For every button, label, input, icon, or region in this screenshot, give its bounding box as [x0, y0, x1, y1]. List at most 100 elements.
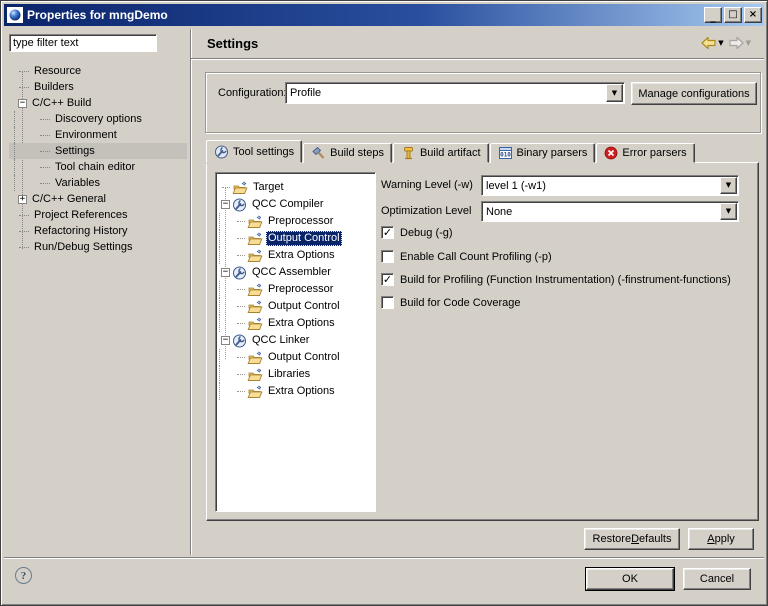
chevron-down-icon[interactable]: ▼: [606, 84, 623, 102]
tree-item-label: C/C++ General: [29, 192, 109, 206]
collapse-icon[interactable]: −: [221, 336, 230, 345]
sidebar-item-c-c-build[interactable]: −C/C++ Build: [9, 95, 187, 111]
collapse-icon[interactable]: −: [221, 268, 230, 277]
settings-tabbar: Tool settingsBuild stepsBuild artifact01…: [206, 140, 757, 163]
optimization-level-select[interactable]: None ▼: [481, 201, 739, 222]
close-icon[interactable]: ×: [744, 7, 762, 23]
sidebar-item-tool-chain-editor[interactable]: Tool chain editor: [9, 159, 187, 175]
tool-tree-item-target[interactable]: Target: [216, 179, 375, 196]
tree-line: [19, 87, 29, 88]
sidebar-item-refactoring-history[interactable]: Refactoring History: [9, 223, 187, 239]
apply-button[interactable]: Apply: [688, 528, 754, 550]
sidebar-item-variables[interactable]: Variables: [9, 175, 187, 191]
collapse-icon[interactable]: −: [221, 200, 230, 209]
page-title: Settings: [207, 36, 258, 51]
folder-icon: [247, 368, 263, 382]
back-arrow-icon[interactable]: ▼: [699, 35, 724, 51]
checkbox-row-debug-g[interactable]: ✓Debug (-g): [381, 226, 453, 239]
checkbox-row-build-for-code-coverage[interactable]: Build for Code Coverage: [381, 296, 520, 309]
ok-button[interactable]: OK: [586, 568, 674, 590]
tool-icon: [232, 334, 247, 348]
tool-tree-item-extra-options[interactable]: Extra Options: [216, 315, 375, 332]
chevron-down-icon[interactable]: ▼: [720, 177, 737, 194]
tree-item-label: Refactoring History: [31, 224, 131, 238]
checkbox-label: Build for Profiling (Function Instrument…: [400, 274, 731, 286]
checkbox-row-build-for-profiling-function-instrumentation-finstrument-functions[interactable]: ✓ Build for Profiling (Function Instrumen…: [381, 273, 731, 286]
tool-icon: [232, 198, 247, 212]
properties-nav-tree: ResourceBuilders−C/C++ BuildDiscovery op…: [9, 63, 187, 555]
tree-line: [237, 357, 245, 358]
tree-item-label: Resource: [31, 64, 84, 78]
sidebar-item-builders[interactable]: Builders: [9, 79, 187, 95]
tab-label: Binary parsers: [517, 147, 588, 159]
sidebar-splitter[interactable]: [190, 29, 192, 555]
title-bar[interactable]: Properties for mngDemo _ □ ×: [4, 4, 764, 26]
checkbox-label: Enable Call Count Profiling (-p): [400, 251, 552, 263]
warning-level-label: Warning Level (-w): [381, 179, 473, 191]
unchecked-checkbox-icon[interactable]: [381, 296, 394, 309]
folder-icon: [247, 283, 263, 297]
tree-indent: [14, 175, 30, 191]
warning-level-select[interactable]: level 1 (-w1) ▼: [481, 175, 739, 196]
sidebar-item-project-references[interactable]: Project References: [9, 207, 187, 223]
tree-item-label: Output Control: [266, 231, 342, 246]
tool-tree-item-extra-options[interactable]: Extra Options: [216, 247, 375, 264]
collapse-icon[interactable]: −: [18, 99, 27, 108]
unchecked-checkbox-icon[interactable]: [381, 250, 394, 263]
sidebar-item-resource[interactable]: Resource: [9, 63, 187, 79]
expand-icon[interactable]: +: [18, 195, 27, 204]
minimize-icon[interactable]: _: [704, 7, 722, 23]
tool-tree-item-qcc-assembler[interactable]: −QCC Assembler: [216, 264, 375, 281]
tab-tool-settings[interactable]: Tool settings: [206, 140, 302, 163]
tab-build-steps[interactable]: Build steps: [303, 143, 392, 163]
tree-indent: [14, 159, 30, 175]
tab-error-parsers[interactable]: Error parsers: [596, 143, 694, 163]
tree-line: [40, 119, 50, 120]
sidebar-item-c-c-general[interactable]: +C/C++ General: [9, 191, 187, 207]
tool-tree-item-output-control[interactable]: Output Control: [216, 298, 375, 315]
tree-line: [237, 306, 245, 307]
maximize-icon[interactable]: □: [724, 7, 742, 23]
checkbox-row-enable-call-count-profiling-p[interactable]: Enable Call Count Profiling (-p): [381, 250, 552, 263]
tree-line: [19, 231, 29, 232]
sidebar-item-discovery-options[interactable]: Discovery options: [9, 111, 187, 127]
tool-tree-item-qcc-linker[interactable]: −QCC Linker: [216, 332, 375, 349]
forward-arrow-icon[interactable]: ▼: [727, 35, 752, 51]
tool-tree-item-qcc-compiler[interactable]: −QCC Compiler: [216, 196, 375, 213]
checked-checkbox-icon[interactable]: ✓: [381, 226, 394, 239]
help-icon[interactable]: ?: [15, 567, 32, 584]
tree-item-label: Project References: [31, 208, 131, 222]
tool-tree-item-preprocessor[interactable]: Preprocessor: [216, 213, 375, 230]
checked-checkbox-icon[interactable]: ✓: [381, 273, 394, 286]
sidebar-item-settings[interactable]: Settings: [9, 143, 187, 159]
sidebar-item-run-debug-settings[interactable]: Run/Debug Settings: [9, 239, 187, 255]
tree-indent: [219, 230, 233, 247]
tree-line: [19, 71, 29, 72]
tool-tree-item-output-control[interactable]: Output Control: [216, 349, 375, 366]
svg-text:010: 010: [500, 152, 511, 159]
filter-input[interactable]: [9, 34, 157, 52]
tool-options-tree: Target−QCC CompilerPreprocessorOutput Co…: [215, 172, 376, 512]
tab-binary-parsers[interactable]: 010 Binary parsers: [490, 143, 596, 163]
configuration-select[interactable]: Profile ▼: [285, 82, 625, 104]
cancel-button[interactable]: Cancel: [683, 568, 751, 590]
folder-icon: [247, 385, 263, 399]
tab-build-artifact[interactable]: Build artifact: [393, 143, 489, 163]
tab-label: Build steps: [330, 147, 384, 159]
tool-tree-item-libraries[interactable]: Libraries: [216, 366, 375, 383]
restore-defaults-button[interactable]: Restore Defaults: [584, 528, 680, 550]
optimization-level-label: Optimization Level: [381, 205, 472, 217]
sidebar-item-environment[interactable]: Environment: [9, 127, 187, 143]
tool-tree-item-preprocessor[interactable]: Preprocessor: [216, 281, 375, 298]
manage-configurations-button[interactable]: Manage configurations: [631, 82, 757, 105]
artifact-icon: [401, 146, 416, 160]
tree-line: [40, 151, 50, 152]
tool-tree-item-output-control[interactable]: Output Control: [216, 230, 375, 247]
tree-item-label: Extra Options: [266, 384, 337, 399]
tree-item-label: Extra Options: [266, 316, 337, 331]
tool-tree-item-extra-options[interactable]: Extra Options: [216, 383, 375, 400]
tree-item-label: Preprocessor: [266, 214, 335, 229]
tab-label: Error parsers: [622, 147, 686, 159]
chevron-down-icon[interactable]: ▼: [720, 203, 737, 220]
tree-line: [237, 255, 245, 256]
